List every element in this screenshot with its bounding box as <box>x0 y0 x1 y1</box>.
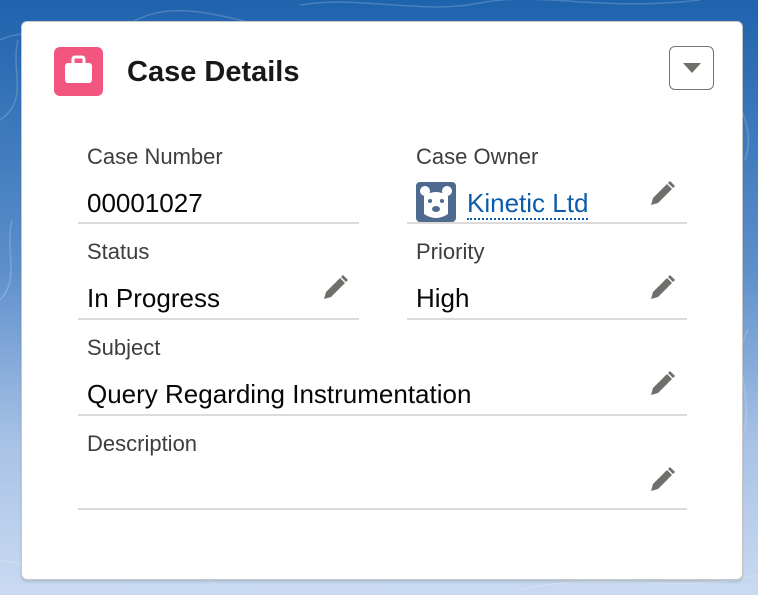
field-subject: Subject Query Regarding Instrumentation <box>78 323 687 416</box>
field-case-owner: Case Owner Kinetic Ltd <box>407 132 687 224</box>
briefcase-icon <box>54 47 103 96</box>
case-owner-link[interactable]: Kinetic Ltd <box>467 188 589 220</box>
card-header: Case Details <box>54 46 714 98</box>
subject-label: Subject <box>87 335 161 360</box>
field-description: Description <box>78 419 687 510</box>
case-number-value: 00001027 <box>87 188 203 218</box>
field-priority: Priority High <box>407 227 687 320</box>
chevron-down-icon <box>683 63 701 73</box>
priority-label: Priority <box>416 239 485 264</box>
priority-value: High <box>416 283 470 313</box>
subject-value: Query Regarding Instrumentation <box>87 379 472 409</box>
card-menu-button[interactable] <box>669 46 714 90</box>
status-value: In Progress <box>87 283 220 313</box>
description-label: Description <box>87 431 198 456</box>
edit-priority-icon[interactable] <box>648 274 676 302</box>
case-details-card: Case Details Case Number 00001027 Case O… <box>21 21 743 580</box>
case-owner-label: Case Owner <box>416 144 539 169</box>
field-case-number: Case Number 00001027 <box>78 132 359 224</box>
edit-status-icon[interactable] <box>321 274 349 302</box>
case-number-label: Case Number <box>87 144 223 169</box>
card-title: Case Details <box>127 56 300 88</box>
bear-avatar-icon <box>416 182 456 222</box>
edit-description-icon[interactable] <box>648 466 676 494</box>
edit-case-owner-icon[interactable] <box>648 180 676 208</box>
status-label: Status <box>87 239 150 264</box>
edit-subject-icon[interactable] <box>648 370 676 398</box>
field-status: Status In Progress <box>78 227 359 320</box>
